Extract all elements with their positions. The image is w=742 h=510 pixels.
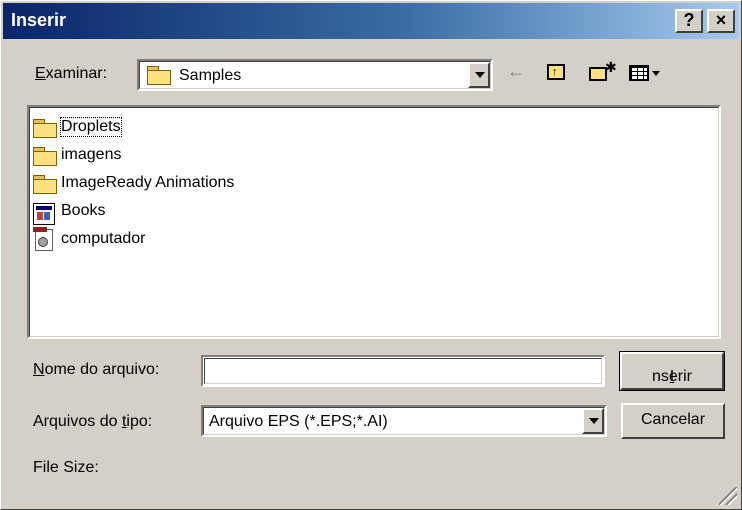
look-in-value: Samples (179, 67, 242, 84)
eps-file-icon (33, 227, 55, 253)
list-item-label: ImageReady Animations (61, 174, 235, 191)
up-one-level-icon[interactable]: ↑ (545, 61, 569, 87)
chevron-down-icon[interactable] (468, 62, 490, 88)
list-item-label: Books (61, 202, 106, 219)
file-type-label: Arquivos do tipo: (33, 413, 153, 430)
file-type-value: Arquivo EPS (*.EPS;*.AI) (209, 413, 388, 430)
list-item-label: imagens (61, 146, 122, 163)
file-list[interactable]: Droplets imagens ImageReady Animations B… (27, 105, 721, 339)
file-name-input[interactable] (204, 358, 602, 384)
look-in-label: Examinar: (35, 65, 108, 82)
view-menu-icon[interactable] (629, 61, 663, 87)
chevron-down-icon[interactable] (582, 408, 604, 434)
new-folder-icon[interactable]: ✱ (589, 59, 617, 87)
close-button[interactable]: × (707, 9, 735, 33)
folder-icon (33, 147, 57, 166)
document-icon (33, 203, 55, 225)
resize-grip-icon[interactable] (719, 487, 737, 505)
file-size-label: File Size: (33, 459, 99, 476)
list-item-label: Droplets (60, 117, 122, 137)
file-name-label: Nome do arquivo: (33, 361, 160, 378)
question-mark-icon: ? (683, 10, 695, 30)
folder-icon (33, 119, 57, 138)
title-bar[interactable]: Inserir ? × (3, 3, 739, 39)
close-icon: × (715, 10, 727, 30)
insert-dialog: Inserir ? × Examinar: Samples ← ↑ ✱ Drop… (0, 0, 742, 510)
list-item-label: computador (61, 230, 146, 247)
back-icon[interactable]: ← (507, 61, 525, 87)
help-button[interactable]: ? (675, 9, 703, 33)
cancel-button[interactable]: Cancelar (621, 403, 725, 439)
folder-icon (33, 175, 57, 194)
look-in-dropdown[interactable]: Samples (137, 59, 493, 91)
file-type-dropdown[interactable]: Arquivo EPS (*.EPS;*.AI) (201, 405, 607, 437)
folder-icon (147, 66, 171, 85)
dialog-title: Inserir (11, 10, 67, 30)
insert-button[interactable]: Inserir (619, 351, 725, 391)
file-name-input-frame (201, 355, 605, 387)
